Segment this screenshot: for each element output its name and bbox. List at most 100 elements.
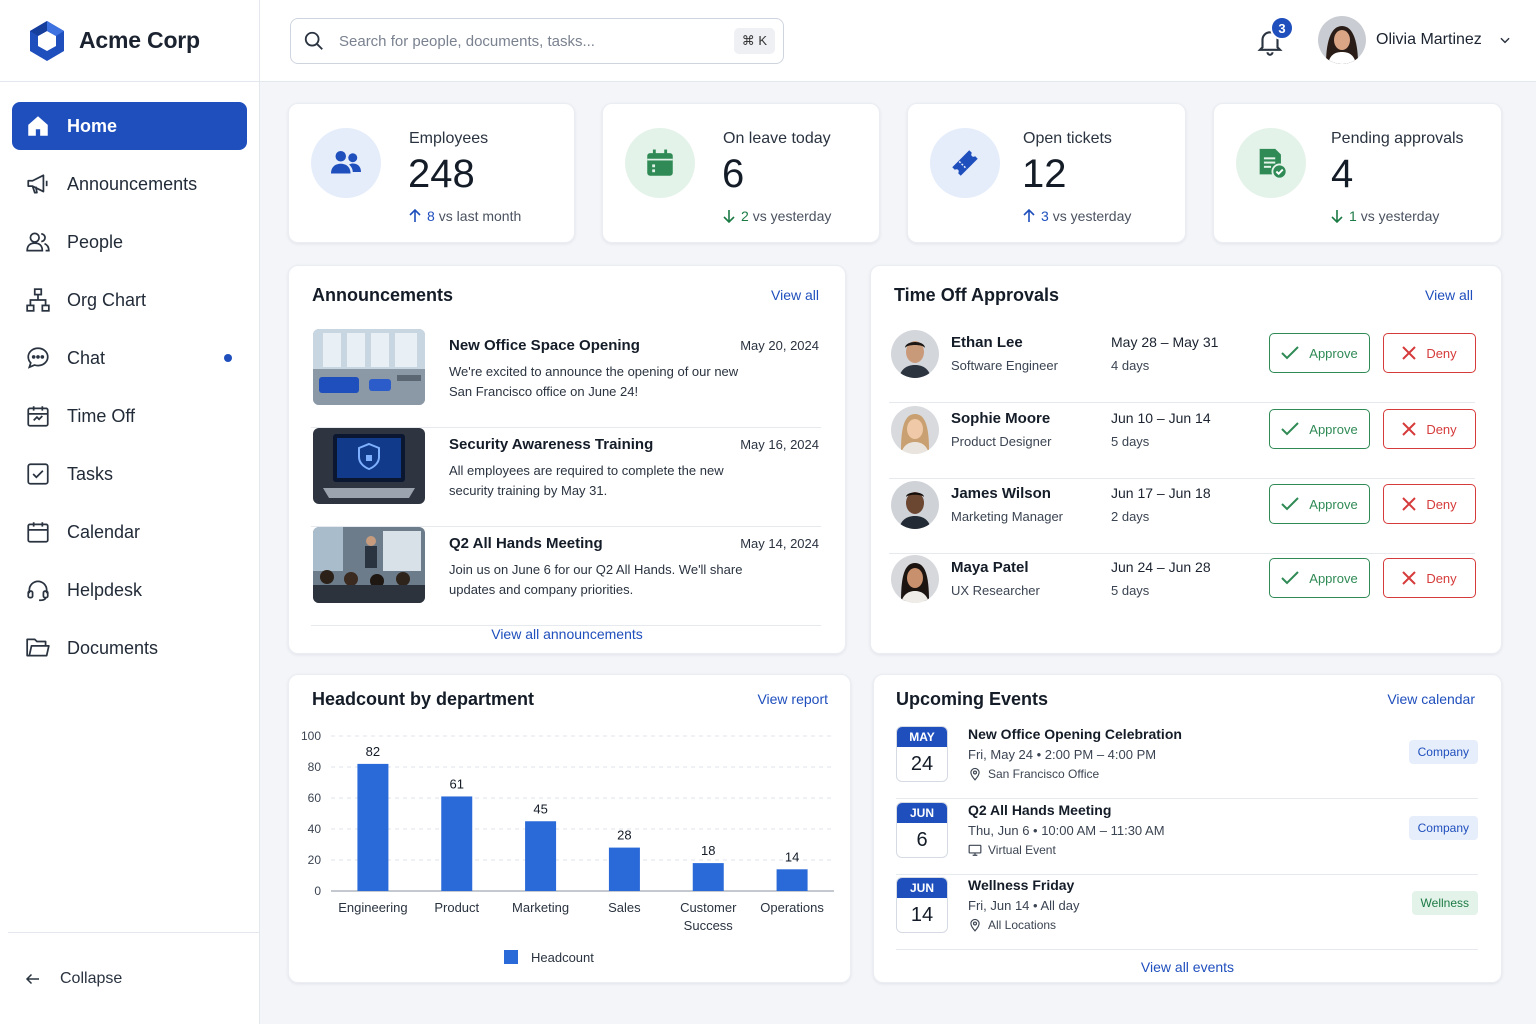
brand-name: Acme Corp	[79, 27, 200, 53]
leave-days: 5 days	[1111, 434, 1150, 449]
section-title: Time Off Approvals	[894, 285, 1060, 305]
x-tick-label: Product	[434, 900, 479, 915]
event-tag: Wellness	[1411, 891, 1478, 915]
nav-item-announcements[interactable]: Announcements	[12, 160, 247, 208]
view-all-events-link[interactable]: View all events	[874, 959, 1501, 975]
stat-change-value: 2	[741, 208, 749, 224]
deny-label: Deny	[1426, 570, 1457, 586]
stat-card-open-tickets[interactable]: Open tickets 12 3 vs yesterday	[907, 103, 1186, 243]
stat-card-pending-approvals[interactable]: Pending approvals 4 1 vs yesterday	[1213, 103, 1502, 243]
nav-item-chat[interactable]: Chat	[12, 334, 247, 382]
announcement-date: May 20, 2024	[740, 338, 819, 353]
event-item[interactable]: MAY 24 New Office Opening Celebration Fri…	[896, 724, 1478, 799]
event-location: Virtual Event	[968, 843, 1056, 857]
nav-label: Announcements	[67, 173, 198, 194]
approve-button[interactable]: Approve	[1269, 558, 1370, 598]
nav-item-people[interactable]: People	[12, 218, 247, 266]
view-all-announcements-link[interactable]: View all	[771, 287, 819, 303]
ticket-icon	[930, 128, 1000, 198]
nav-item-time-off[interactable]: Time Off	[12, 392, 247, 440]
nav-item-home[interactable]: Home	[12, 102, 247, 150]
deny-button[interactable]: Deny	[1383, 558, 1476, 598]
x-icon	[1402, 346, 1417, 360]
deny-button[interactable]: Deny	[1383, 409, 1476, 449]
approve-button[interactable]: Approve	[1269, 484, 1370, 524]
deny-button[interactable]: Deny	[1383, 333, 1476, 373]
avatar	[891, 406, 939, 454]
announcement-title: New Office Space Opening	[449, 337, 640, 354]
x-tick-label: Marketing	[512, 900, 569, 915]
bar-product	[441, 796, 473, 891]
event-item[interactable]: JUN 14 Wellness Friday Fri, Jun 14 • All …	[896, 875, 1478, 950]
user-menu[interactable]: Olivia Martinez	[1318, 16, 1512, 64]
avatar	[891, 330, 939, 378]
announcement-title: Security Awareness Training	[449, 436, 654, 453]
announcement-item[interactable]: Security Awareness Training May 16, 2024…	[311, 428, 821, 527]
nav-item-documents[interactable]: Documents	[12, 624, 247, 672]
deny-button[interactable]: Deny	[1383, 484, 1476, 524]
x-tick-label: Sales	[608, 900, 641, 915]
stat-card-employees[interactable]: Employees 248 8 vs last month	[288, 103, 575, 243]
stat-label: Open tickets	[1023, 130, 1112, 147]
leave-days: 4 days	[1111, 358, 1150, 373]
nav-item-calendar[interactable]: Calendar	[12, 508, 247, 556]
event-location: San Francisco Office	[968, 767, 1099, 781]
announcement-item[interactable]: Q2 All Hands Meeting May 14, 2024 Join u…	[311, 527, 821, 626]
y-tick-label: 20	[308, 853, 322, 867]
nav-item-helpdesk[interactable]: Helpdesk	[12, 566, 247, 614]
monitor-icon	[968, 844, 982, 856]
search-input[interactable]	[339, 32, 719, 50]
view-all-approvals-link[interactable]: View all	[1425, 287, 1473, 303]
search-box[interactable]: ⌘ K	[290, 18, 784, 64]
event-time: Fri, Jun 14 • All day	[968, 898, 1080, 913]
approve-button[interactable]: Approve	[1269, 409, 1370, 449]
stat-value: 12	[1022, 152, 1067, 196]
nav-item-tasks[interactable]: Tasks	[12, 450, 247, 498]
view-calendar-link[interactable]: View calendar	[1387, 691, 1475, 707]
check-icon	[1281, 497, 1299, 511]
bar-marketing	[525, 821, 557, 891]
approval-row: Ethan Lee Software Engineer May 28 – May…	[889, 328, 1476, 403]
chat-icon	[24, 344, 52, 372]
stat-change-text: vs yesterday	[1360, 208, 1440, 224]
nav-item-org-chart[interactable]: Org Chart	[12, 276, 247, 324]
leave-dates: Jun 17 – Jun 18	[1111, 485, 1211, 501]
stat-change-value: 8	[427, 208, 435, 224]
nav-label: People	[67, 231, 124, 252]
stat-label: Employees	[409, 130, 489, 147]
announcement-body: All employees are required to complete t…	[449, 463, 724, 498]
event-location: All Locations	[968, 918, 1056, 932]
event-day: 14	[910, 904, 934, 926]
collapse-button[interactable]: Collapse	[8, 932, 259, 1024]
collapse-label: Collapse	[60, 969, 123, 987]
announcement-body: Join us on June 6 for our Q2 All Hands. …	[449, 562, 743, 597]
bar-value-label: 18	[701, 843, 715, 858]
avatar	[1318, 16, 1366, 64]
approval-row: Sophie Moore Product Designer Jun 10 – J…	[889, 404, 1476, 479]
stat-change-text: vs yesterday	[752, 208, 832, 224]
view-all-announcements-footer-link[interactable]: View all announcements	[289, 626, 845, 642]
announcement-image-laptop-security	[313, 428, 425, 504]
folder-icon	[24, 634, 52, 662]
x-tick-label: Success	[684, 918, 734, 933]
announcement-item[interactable]: New Office Space Opening May 20, 2024 We…	[311, 329, 821, 428]
stat-change-text: vs last month	[438, 208, 522, 224]
nav-menu: Home Announcements People Org Chart Chat…	[0, 82, 259, 672]
event-item[interactable]: JUN 6 Q2 All Hands Meeting Thu, Jun 6 • 1…	[896, 800, 1478, 875]
arrow-down-icon	[723, 210, 735, 223]
leave-dates: May 28 – May 31	[1111, 334, 1219, 350]
employee-name: Sophie Moore	[951, 410, 1051, 427]
stat-value: 6	[722, 152, 745, 196]
event-month: JUN	[897, 803, 947, 823]
stat-card-on-leave[interactable]: On leave today 6 2 vs yesterday	[602, 103, 880, 243]
brand[interactable]: Acme Corp	[0, 0, 259, 82]
bar-value-label: 14	[785, 849, 799, 864]
event-date-badge: JUN 6	[896, 802, 948, 858]
calendar-clock-icon	[24, 402, 52, 430]
bar-value-label: 45	[533, 801, 547, 816]
nav-label: Helpdesk	[67, 579, 143, 600]
employee-role: Product Designer	[951, 434, 1052, 449]
approve-button[interactable]: Approve	[1269, 333, 1370, 373]
event-location-text: All Locations	[988, 918, 1057, 932]
bar-customer-success	[692, 863, 724, 891]
